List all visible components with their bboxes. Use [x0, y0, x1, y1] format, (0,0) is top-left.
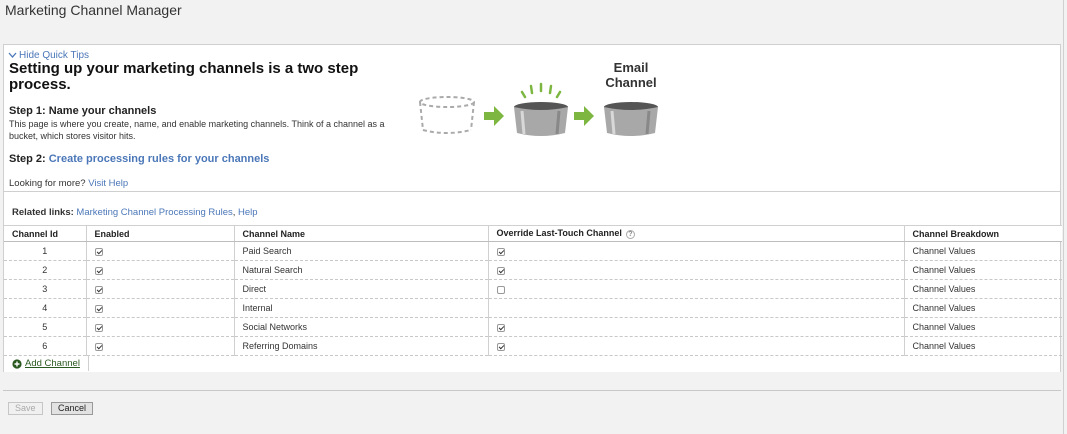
override-cell: [488, 260, 905, 280]
step1-title: Step 1: Name your channels: [9, 105, 157, 117]
override-cell: [488, 317, 905, 337]
enabled-cell: [86, 241, 235, 261]
override-cell: [488, 241, 905, 261]
table-row: 2 Natural Search Channel Values: [4, 260, 1062, 280]
override-checkbox[interactable]: [496, 342, 505, 351]
channel-breakdown-cell: Channel Values: [904, 260, 1062, 280]
enabled-checkbox[interactable]: [94, 323, 103, 332]
table-row: 3 Direct Channel Values: [4, 279, 1062, 299]
illustration-label-line2: Channel: [605, 75, 656, 90]
channels-table: Channel Id Enabled Channel Name Override…: [4, 225, 1062, 356]
add-channel-divider: [88, 355, 89, 371]
save-button[interactable]: Save: [8, 402, 43, 415]
filling-bucket-icon: [514, 82, 568, 136]
header-override-last-touch: Override Last-Touch Channel?: [488, 225, 905, 242]
channel-breakdown-cell: Channel Values: [904, 241, 1062, 261]
channel-breakdown-cell: Channel Values: [904, 279, 1062, 299]
empty-bucket-icon: [419, 96, 475, 134]
header-channel-breakdown: Channel Breakdown: [904, 225, 1062, 242]
step1-description: This page is where you create, name, and…: [9, 119, 385, 141]
enabled-cell: [86, 298, 235, 318]
step2-prefix: Step 2:: [9, 153, 49, 165]
add-channel-link[interactable]: Add Channel: [25, 358, 80, 369]
channel-name-cell: Paid Search: [234, 241, 489, 261]
step2-line: Step 2: Create processing rules for your…: [9, 153, 269, 165]
override-checkbox[interactable]: [496, 247, 505, 256]
enabled-cell: [86, 260, 235, 280]
cancel-button[interactable]: Cancel: [51, 402, 94, 415]
enabled-checkbox[interactable]: [94, 247, 103, 256]
enabled-checkbox[interactable]: [94, 304, 103, 313]
channel-bucket-illustration: Email Channel: [419, 60, 658, 136]
enabled-checkbox[interactable]: [94, 342, 103, 351]
tips-heading: Setting up your marketing channels is a …: [9, 60, 359, 93]
channel-name-cell: Social Networks: [234, 317, 489, 337]
visit-help-link[interactable]: Visit Help: [88, 178, 128, 189]
channel-id-cell: 1: [4, 241, 87, 261]
header-enabled: Enabled: [86, 225, 235, 242]
channel-id-cell: 2: [4, 260, 87, 280]
illustration-label-line1: Email: [614, 60, 649, 75]
enabled-checkbox[interactable]: [94, 285, 103, 294]
override-checkbox[interactable]: [496, 266, 505, 275]
channel-breakdown-cell: Channel Values: [904, 298, 1062, 318]
related-links-label: Related links:: [12, 207, 74, 218]
channel-breakdown-cell: Channel Values: [904, 336, 1062, 356]
table-row: 1 Paid Search Channel Values: [4, 241, 1062, 261]
channel-name-cell: Natural Search: [234, 260, 489, 280]
page-title: Marketing Channel Manager: [5, 2, 182, 18]
more-prefix: Looking for more?: [9, 178, 89, 189]
enabled-cell: [86, 336, 235, 356]
header-override-label: Override Last-Touch Channel: [496, 228, 622, 239]
plus-circle-icon: [12, 358, 22, 369]
table-row: 4 Internal Channel Values: [4, 298, 1062, 318]
add-channel-control[interactable]: Add Channel: [12, 358, 80, 369]
channel-breakdown-cell: Channel Values: [904, 317, 1062, 337]
channel-id-cell: 5: [4, 317, 87, 337]
override-cell: [488, 279, 905, 299]
enabled-cell: [86, 317, 235, 337]
arrow-right-icon: [484, 106, 504, 126]
right-divider: [1063, 0, 1064, 434]
arrow-right-icon: [574, 106, 594, 126]
channel-name-cell: Referring Domains: [234, 336, 489, 356]
table-row: 6 Referring Domains Channel Values: [4, 336, 1062, 356]
footer-divider: [3, 390, 1061, 391]
channel-id-cell: 4: [4, 298, 87, 318]
related-links: Related links: Marketing Channel Process…: [12, 207, 258, 218]
channel-id-cell: 3: [4, 279, 87, 299]
create-processing-rules-link[interactable]: Create processing rules for your channel…: [49, 153, 270, 165]
header-channel-name: Channel Name: [234, 225, 489, 242]
header-channel-id: Channel Id: [4, 225, 87, 242]
override-cell: [488, 336, 905, 356]
channel-name-cell: Direct: [234, 279, 489, 299]
table-header-row: Channel Id Enabled Channel Name Override…: [4, 225, 1062, 242]
override-checkbox[interactable]: [496, 285, 505, 294]
override-cell: [488, 298, 905, 318]
help-icon[interactable]: ?: [625, 229, 635, 239]
help-link[interactable]: Help: [238, 207, 258, 218]
chevron-down-icon: [8, 52, 17, 58]
table-row: 5 Social Networks Channel Values: [4, 317, 1062, 337]
email-channel-bucket-icon: Email Channel: [604, 60, 658, 136]
enabled-checkbox[interactable]: [94, 266, 103, 275]
enabled-cell: [86, 279, 235, 299]
channel-name-cell: Internal: [234, 298, 489, 318]
channel-id-cell: 6: [4, 336, 87, 356]
override-checkbox[interactable]: [496, 323, 505, 332]
looking-for-more: Looking for more? Visit Help: [9, 178, 128, 189]
quick-tips-panel: Hide Quick Tips Setting up your marketin…: [3, 44, 1061, 192]
processing-rules-link[interactable]: Marketing Channel Processing Rules: [76, 207, 232, 218]
channel-manager-panel: Related links: Marketing Channel Process…: [3, 192, 1062, 372]
